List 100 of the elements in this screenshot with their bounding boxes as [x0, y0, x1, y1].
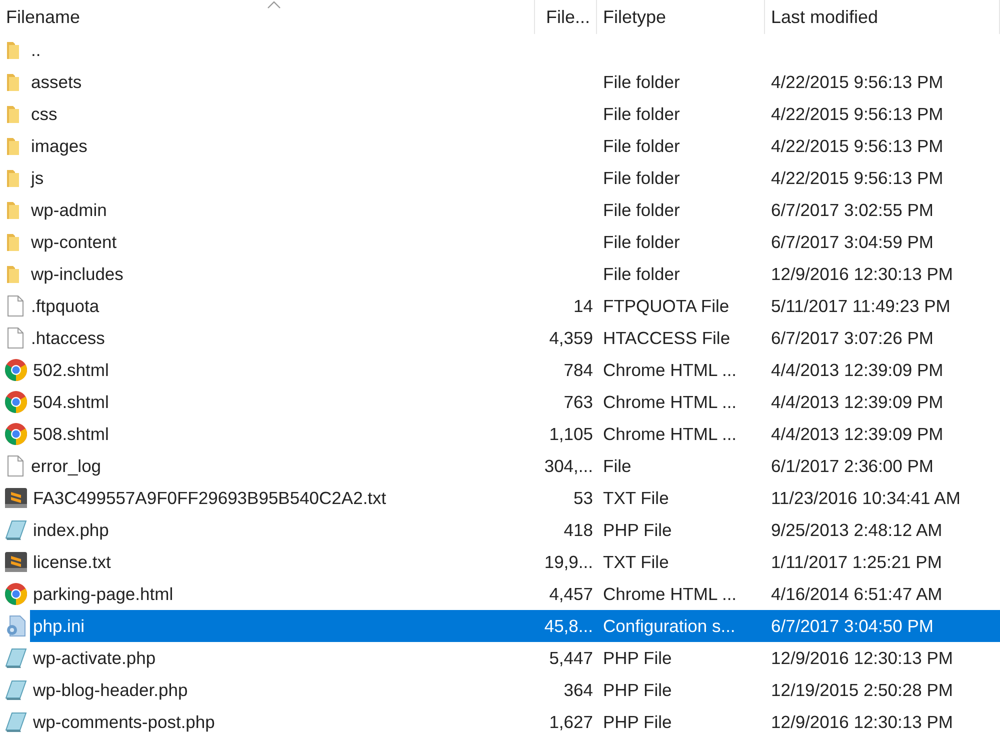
file-name: wp-comments-post.php	[33, 712, 215, 732]
file-type: Configuration s...	[602, 616, 736, 636]
php-file-icon	[4, 710, 28, 734]
file-row[interactable]: 508.shtml 1,105 Chrome HTML ... 4/4/2013 12:39:09 PM	[0, 418, 1000, 450]
modified-date: 4/22/2015 9:56:13 PM	[770, 168, 944, 188]
file-row[interactable]: license.txt 19,9... TXT File 1/11/2017 1:25:21 PM	[0, 546, 1000, 578]
file-row[interactable]: css File folder 4/22/2015 9:56:13 PM	[0, 98, 1000, 130]
file-size: 304,...	[544, 456, 594, 476]
file-size: 763	[564, 392, 594, 412]
config-file-icon	[4, 614, 28, 638]
file-name: parking-page.html	[33, 584, 174, 604]
file-name: .htaccess	[31, 328, 105, 348]
file-type: PHP File	[602, 520, 673, 540]
modified-date: 6/7/2017 3:02:55 PM	[770, 200, 934, 220]
file-type: File folder	[602, 168, 681, 188]
file-name: .ftpquota	[31, 296, 100, 316]
file-row[interactable]: wp-comments-post.php 1,627 PHP File 12/9/2016 12:30:13 PM	[0, 706, 1000, 737]
modified-date: 4/22/2015 9:56:13 PM	[770, 136, 944, 156]
file-name: index.php	[33, 520, 109, 540]
file-row[interactable]: FA3C499557A9F0FF29693B95B540C2A2.txt 53 TXT File 11/23/2016 10:34:41 AM	[0, 482, 1000, 514]
file-type: File folder	[602, 136, 681, 156]
file-type: File folder	[602, 232, 681, 252]
column-header[interactable]: Last modified	[765, 0, 1000, 34]
file-type: PHP File	[602, 712, 673, 732]
column-header[interactable]: File...	[535, 0, 597, 34]
file-size: 418	[564, 520, 594, 540]
php-file-icon	[4, 518, 28, 542]
php-file-icon	[4, 678, 28, 702]
file-size: 4,359	[549, 328, 594, 348]
file-type: Chrome HTML ...	[602, 584, 738, 604]
modified-date: 4/22/2015 9:56:13 PM	[770, 104, 944, 124]
file-size: 4,457	[549, 584, 594, 604]
modified-date: 12/9/2016 12:30:13 PM	[770, 712, 954, 732]
file-type: File folder	[602, 72, 681, 92]
file-row[interactable]: parking-page.html 4,457 Chrome HTML ... 4/16/2014 6:51:47 AM	[0, 578, 1000, 610]
modified-date: 4/4/2013 12:39:09 PM	[770, 360, 944, 380]
file-type: Chrome HTML ...	[602, 360, 738, 380]
modified-date: 5/11/2017 11:49:23 PM	[770, 296, 952, 316]
file-row[interactable]: .htaccess 4,359 HTACCESS File 6/7/2017 3:07:26 PM	[0, 322, 1000, 354]
file-name: php.ini	[33, 616, 85, 636]
chrome-icon	[4, 422, 28, 446]
modified-date: 12/9/2016 12:30:13 PM	[770, 648, 954, 668]
file-type: PHP File	[602, 648, 673, 668]
file-row[interactable]: ..	[0, 34, 1000, 66]
file-name: css	[31, 104, 58, 124]
file-size: 1,627	[549, 712, 594, 732]
modified-date: 12/9/2016 12:30:13 PM	[770, 264, 954, 284]
php-file-icon	[4, 646, 28, 670]
file-name: images	[31, 136, 88, 156]
file-name: ..	[31, 40, 41, 60]
file-size: 784	[564, 360, 594, 380]
sublime-text-icon	[4, 486, 28, 510]
file-row[interactable]: wp-includes File folder 12/9/2016 12:30:13 PM	[0, 258, 1000, 290]
modified-date: 9/25/2013 2:48:12 AM	[770, 520, 944, 540]
file-row[interactable]: 504.shtml 763 Chrome HTML ... 4/4/2013 12:39:09 PM	[0, 386, 1000, 418]
file-row[interactable]: index.php 418 PHP File 9/25/2013 2:48:12 AM	[0, 514, 1000, 546]
file-row[interactable]: 502.shtml 784 Chrome HTML ... 4/4/2013 12:39:09 PM	[0, 354, 1000, 386]
file-type: TXT File	[602, 552, 670, 572]
file-row[interactable]: .ftpquota 14 FTPQUOTA File 5/11/2017 11:49:23 PM	[0, 290, 1000, 322]
file-row[interactable]: wp-blog-header.php 364 PHP File 12/19/2015 2:50:28 PM	[0, 674, 1000, 706]
file-type: FTPQUOTA File	[602, 296, 730, 316]
file-type: TXT File	[602, 488, 670, 508]
modified-date: 6/7/2017 3:04:50 PM	[770, 616, 934, 636]
file-name: assets	[31, 72, 82, 92]
column-header[interactable]: Filename	[0, 0, 535, 34]
modified-date: 6/1/2017 2:36:00 PM	[770, 456, 934, 476]
file-name: js	[31, 168, 44, 188]
file-type: File	[602, 456, 632, 476]
file-name: 502.shtml	[33, 360, 109, 380]
file-size: 53	[574, 488, 594, 508]
file-name: FA3C499557A9F0FF29693B95B540C2A2.txt	[33, 488, 386, 508]
file-type: File folder	[602, 264, 681, 284]
file-name: wp-content	[31, 232, 117, 252]
file-name: wp-blog-header.php	[33, 680, 188, 700]
file-name: wp-activate.php	[33, 648, 156, 668]
file-row[interactable]: images File folder 4/22/2015 9:56:13 PM	[0, 130, 1000, 162]
chrome-icon	[4, 582, 28, 606]
file-row[interactable]: wp-admin File folder 6/7/2017 3:02:55 PM	[0, 194, 1000, 226]
sublime-text-icon	[4, 550, 28, 574]
file-name: 508.shtml	[33, 424, 109, 444]
file-type: PHP File	[602, 680, 673, 700]
modified-date: 4/4/2013 12:39:09 PM	[770, 392, 944, 412]
file-row[interactable]: js File folder 4/22/2015 9:56:13 PM	[0, 162, 1000, 194]
modified-date: 12/19/2015 2:50:28 PM	[770, 680, 954, 700]
file-name: wp-admin	[31, 200, 107, 220]
file-row[interactable]: wp-activate.php 5,447 PHP File 12/9/2016 12:30:13 PM	[0, 642, 1000, 674]
modified-date: 4/4/2013 12:39:09 PM	[770, 424, 944, 444]
file-row[interactable]: assets File folder 4/22/2015 9:56:13 PM	[0, 66, 1000, 98]
file-row[interactable]: error_log 304,... File 6/1/2017 2:36:00 PM	[0, 450, 1000, 482]
file-size: 364	[564, 680, 594, 700]
file-size: 5,447	[549, 648, 594, 668]
modified-date: 6/7/2017 3:04:59 PM	[770, 232, 934, 252]
column-header[interactable]: Filetype	[597, 0, 765, 34]
file-name: wp-includes	[31, 264, 124, 284]
modified-date: 4/16/2014 6:51:47 AM	[770, 584, 944, 604]
file-row[interactable]: wp-content File folder 6/7/2017 3:04:59 PM	[0, 226, 1000, 258]
file-type: Chrome HTML ...	[602, 424, 738, 444]
file-size: 1,105	[549, 424, 594, 444]
file-size: 19,9...	[544, 552, 594, 572]
file-size: 45,8...	[544, 616, 594, 636]
